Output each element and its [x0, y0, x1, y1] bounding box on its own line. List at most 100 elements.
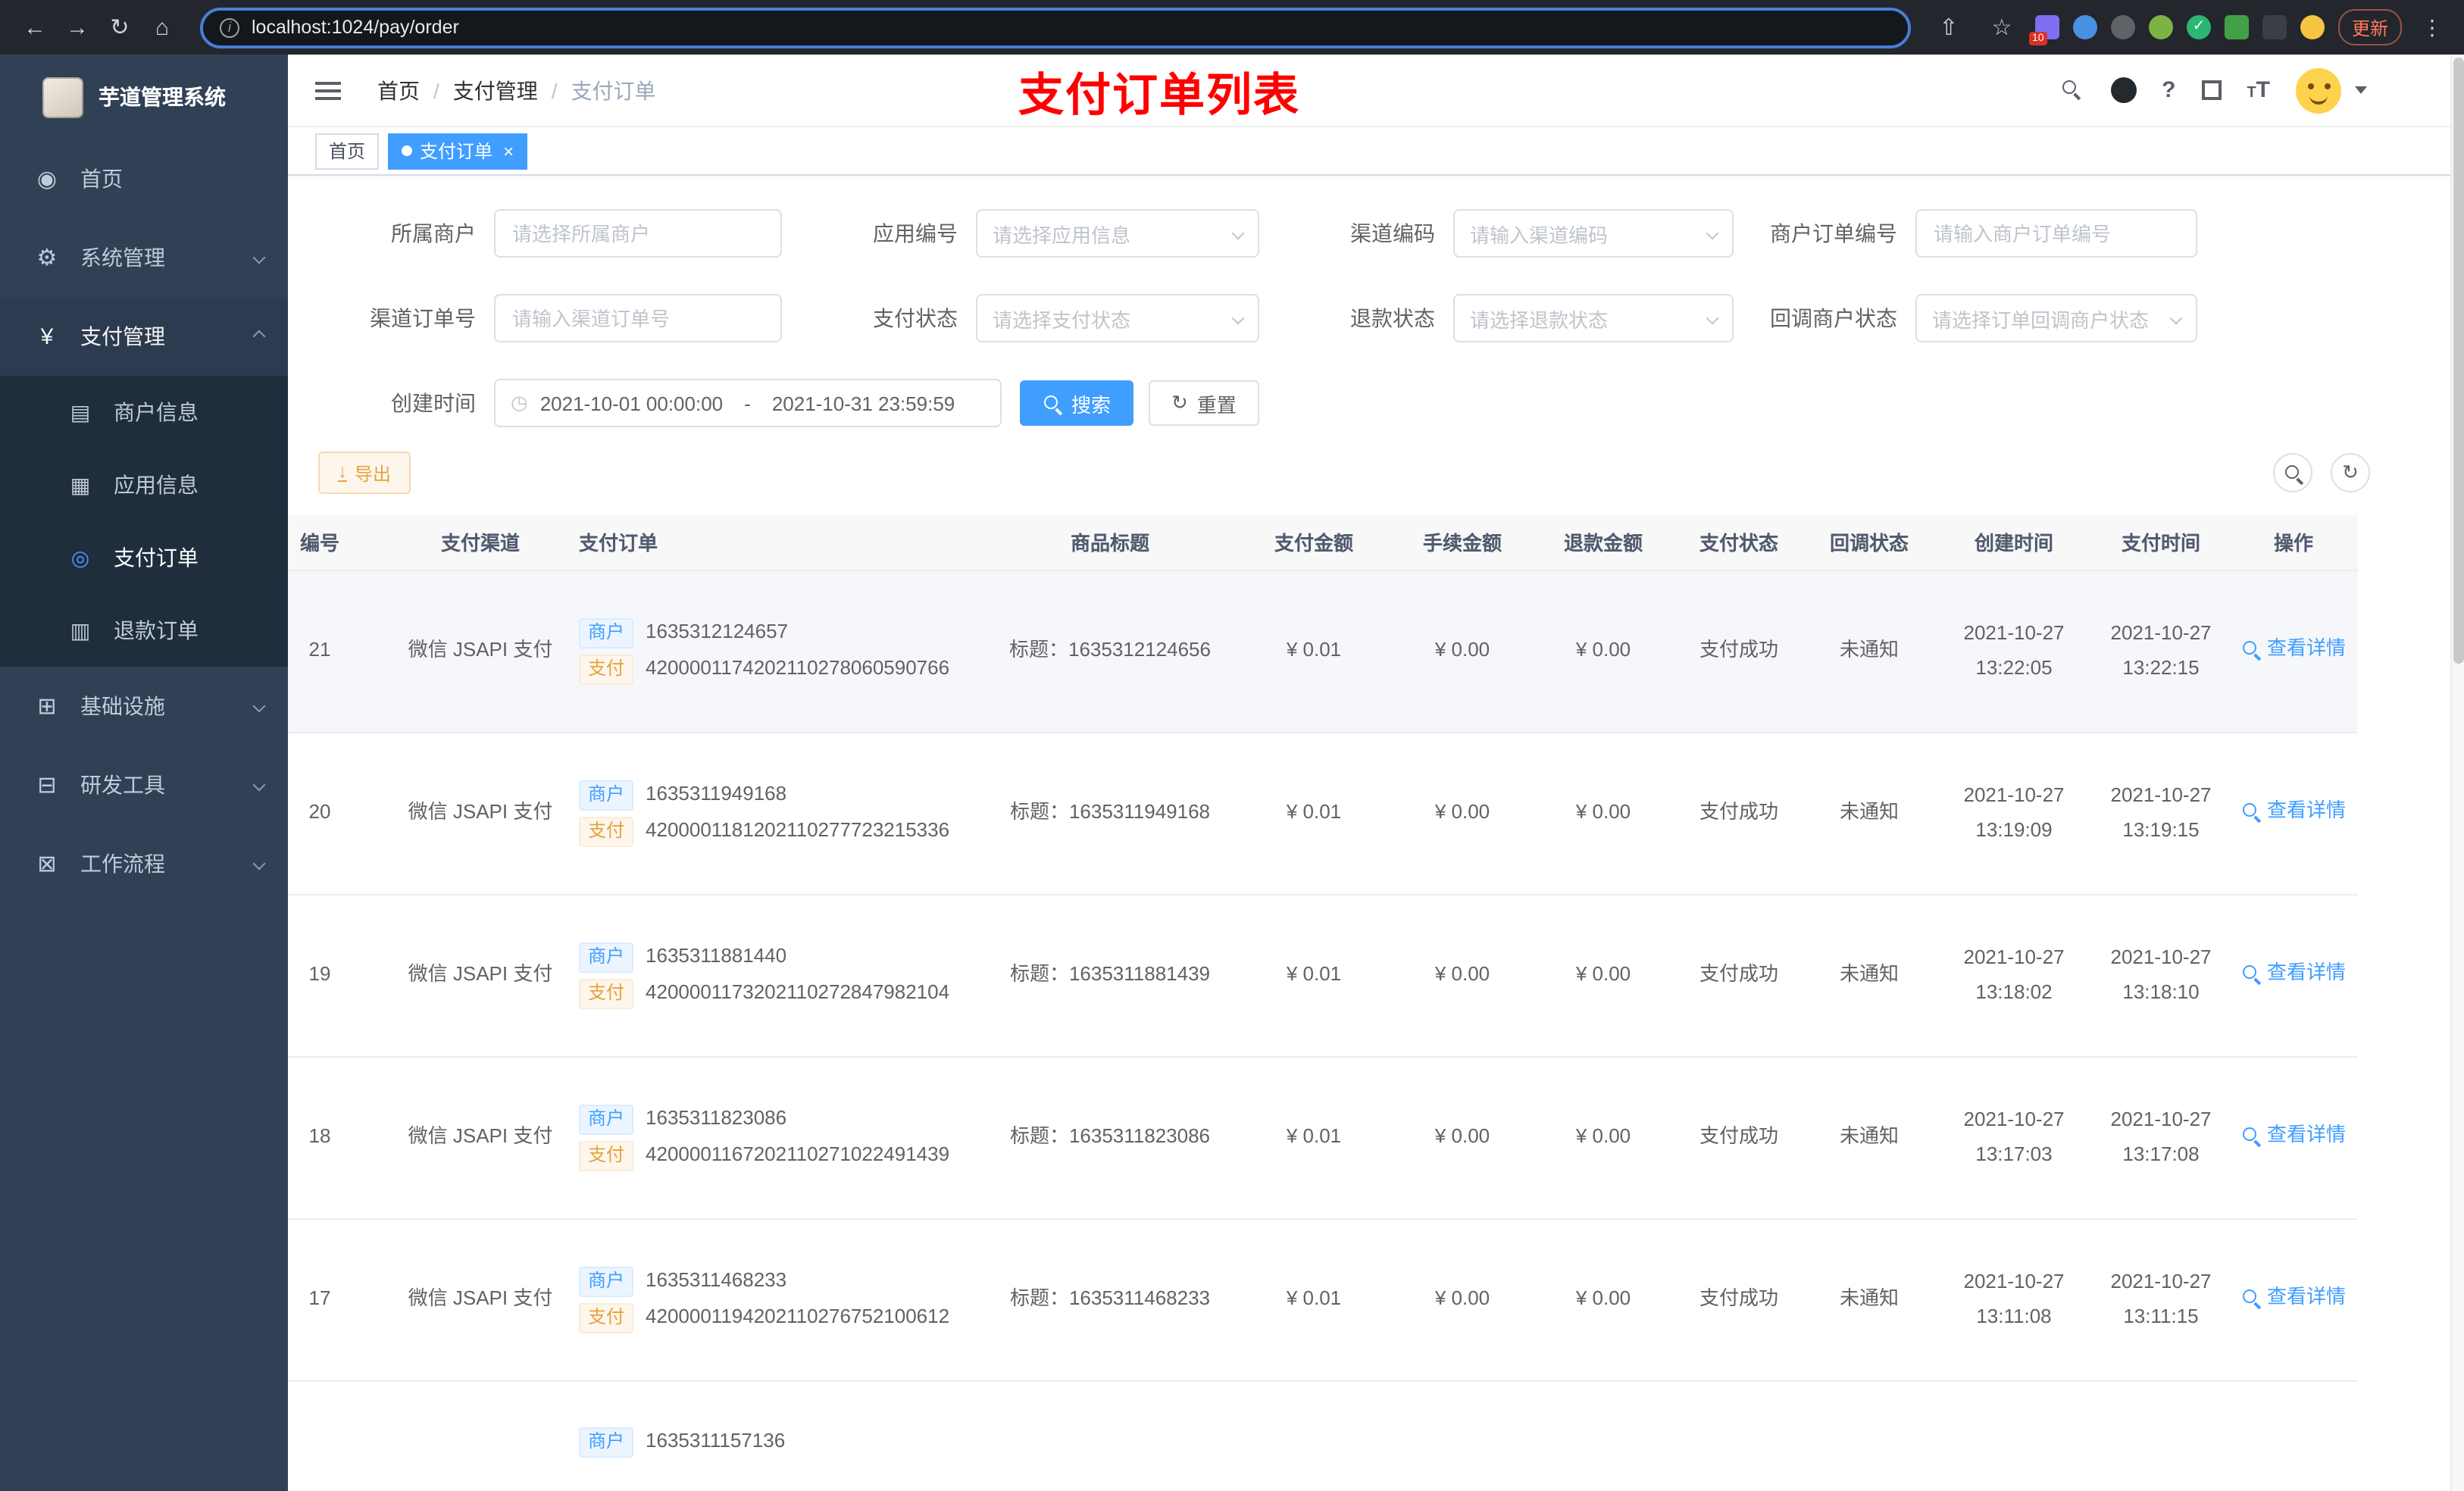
field-label: 商户订单编号	[1770, 221, 1897, 245]
page-scrollbar[interactable]	[2450, 55, 2464, 1491]
url-bar[interactable]: i localhost:1024/pay/order	[200, 7, 1911, 48]
fee-amount: ¥ 0.00	[1393, 570, 1532, 733]
extension-check-icon[interactable]: ✓	[2186, 15, 2211, 39]
bookmark-star-icon[interactable]: ☆	[1982, 8, 2022, 47]
chevron-down-icon	[1231, 227, 1245, 240]
tab-home[interactable]: 首页	[315, 133, 380, 169]
sidebar-item-workflow[interactable]: ⊠ 工作流程	[0, 824, 288, 903]
extension-icon[interactable]	[2110, 15, 2135, 39]
toggle-search-button[interactable]	[2273, 453, 2312, 492]
view-detail-link[interactable]: 查看详情	[2241, 632, 2346, 665]
channel-pay-no: 4200001181202110277723215336	[646, 818, 950, 842]
col-action: 操作	[2229, 515, 2358, 570]
sidebar-item-label: 支付管理	[80, 324, 165, 349]
refresh-button[interactable]: ↻	[2331, 453, 2370, 492]
search-button[interactable]: 搜索	[1020, 380, 1134, 426]
github-icon[interactable]	[2110, 77, 2137, 103]
merchant-order-no-input[interactable]	[1915, 209, 2197, 258]
home-button[interactable]: ⌂	[142, 8, 182, 47]
breadcrumb-current: 支付订单	[571, 78, 656, 102]
chevron-down-icon	[1706, 311, 1719, 325]
chevron-down-icon	[252, 857, 266, 871]
sidebar-item-pay-order[interactable]: ◎ 支付订单	[0, 521, 288, 594]
sidebar-item-merchant-info[interactable]: ▤ 商户信息	[0, 376, 288, 449]
extension-icon[interactable]: 10	[2028, 15, 2059, 45]
back-button[interactable]: ←	[15, 8, 55, 47]
pay-status-select[interactable]: 请选择支付状态	[976, 294, 1259, 342]
merchant-order-no: 1635311881440	[646, 944, 787, 967]
refund-status-select[interactable]: 请选择退款状态	[1453, 294, 1734, 342]
toolbox-icon: ⊟	[37, 773, 57, 799]
search-icon	[2283, 463, 2303, 483]
refund-amount: ¥ 0.00	[1532, 570, 1674, 733]
breadcrumb-section[interactable]: 支付管理	[453, 75, 538, 105]
share-icon[interactable]: ⇧	[1929, 8, 1968, 47]
scrollbar-thumb[interactable]	[2453, 58, 2464, 664]
merchant-card-icon: ▤	[70, 399, 91, 424]
view-detail-link[interactable]: 查看详情	[2241, 956, 2346, 989]
field-label: 渠道订单号	[370, 306, 476, 330]
sidebar-item-home[interactable]: ◉ 首页	[0, 139, 288, 218]
site-info-icon[interactable]: i	[220, 17, 239, 37]
filter-notify-status: 回调商户状态 请选择订单回调商户状态	[1734, 294, 2197, 342]
sidebar-toggle-icon[interactable]	[315, 81, 341, 99]
export-button[interactable]: ↓ 导出	[318, 452, 411, 494]
extension-face-icon[interactable]	[2300, 15, 2325, 39]
sidebar-item-refund-order[interactable]: ▥ 退款订单	[0, 594, 288, 667]
sidebar-item-label: 退款订单	[114, 618, 199, 642]
sidebar-item-label: 工作流程	[80, 852, 165, 876]
sidebar-item-app-info[interactable]: ▦ 应用信息	[0, 449, 288, 521]
pay-order-cell: 商户 1635311157136	[564, 1380, 985, 1491]
date-range-picker[interactable]: ◷ 2021-10-01 00:00:00 - 2021-10-31 23:59…	[494, 379, 1002, 427]
view-detail-link[interactable]: 查看详情	[2241, 1118, 2346, 1152]
reload-button[interactable]: ↻	[100, 8, 139, 47]
channel-pay-no: 4200001173202110272847982104	[646, 980, 950, 1004]
search-icon[interactable]	[2060, 78, 2084, 102]
reset-button[interactable]: ↻ 重置	[1149, 380, 1259, 426]
pay-channel: 微信 JSAPI 支付	[397, 570, 564, 733]
channel-order-no-input[interactable]	[494, 294, 782, 342]
font-size-icon[interactable]: TT	[2247, 77, 2270, 104]
pay-order-cell: 商户 1635311881440 支付 4200001173202110272847…	[564, 894, 985, 1057]
field-label: 创建时间	[391, 391, 476, 415]
app-select[interactable]: 请选择应用信息	[976, 209, 1259, 258]
sidebar-item-dev-tools[interactable]: ⊟ 研发工具	[0, 746, 288, 824]
avatar[interactable]	[2296, 67, 2341, 113]
table-row: 21 微信 JSAPI 支付 商户 1635312124657 支付 4200001…	[288, 570, 2358, 733]
order-id: 19	[288, 894, 397, 1057]
merchant-order-no: 1635311949168	[646, 782, 787, 805]
order-id: 17	[288, 1218, 397, 1381]
field-label: 渠道编码	[1350, 221, 1435, 245]
channel-code-select[interactable]: 请输入渠道编码	[1453, 209, 1734, 258]
pay-status: 支付成功	[1674, 894, 1803, 1057]
browser-menu-icon[interactable]: ⋮	[2416, 14, 2449, 40]
extension-icon[interactable]	[2072, 15, 2097, 39]
fullscreen-icon[interactable]	[2201, 80, 2222, 100]
sidebar-item-infrastructure[interactable]: ⊞ 基础设施	[0, 667, 288, 746]
browser-update-button[interactable]: 更新	[2337, 9, 2402, 45]
field-label: 支付状态	[873, 306, 958, 330]
avatar-caret-icon[interactable]	[2355, 86, 2367, 94]
sidebar-item-system[interactable]: ⚙ 系统管理	[0, 218, 288, 297]
view-detail-link[interactable]: 查看详情	[2241, 1280, 2346, 1314]
refund-amount: ¥ 0.00	[1532, 894, 1674, 1057]
help-icon[interactable]: ?	[2162, 77, 2175, 103]
extension-pin-icon[interactable]	[2262, 15, 2287, 39]
extension-chat-icon[interactable]	[2224, 15, 2249, 39]
sidebar-item-payment[interactable]: ¥ 支付管理	[0, 297, 288, 376]
breadcrumb-home[interactable]: 首页	[377, 75, 420, 105]
tab-pay-order[interactable]: 支付订单 ×	[388, 133, 528, 169]
refund-amount: ¥ 0.00	[1532, 1056, 1674, 1219]
col-id: 编号	[288, 515, 397, 570]
refresh-icon: ↻	[2342, 461, 2359, 483]
create-time: 2021-10-27 13:19:09	[1935, 732, 2093, 895]
forward-button[interactable]: →	[58, 8, 97, 47]
extension-icon[interactable]	[2148, 15, 2173, 39]
merchant-input[interactable]	[494, 209, 782, 258]
tags-view-bar: 首页 支付订单 ×	[288, 127, 2464, 176]
view-detail-link[interactable]: 查看详情	[2241, 794, 2346, 827]
close-icon[interactable]: ×	[503, 140, 514, 161]
table-row-partial: 商户 1635311157136	[288, 1380, 2358, 1491]
create-time: 2021-10-27 13:17:03	[1935, 1056, 2093, 1219]
notify-status-select[interactable]: 请选择订单回调商户状态	[1915, 294, 2197, 342]
